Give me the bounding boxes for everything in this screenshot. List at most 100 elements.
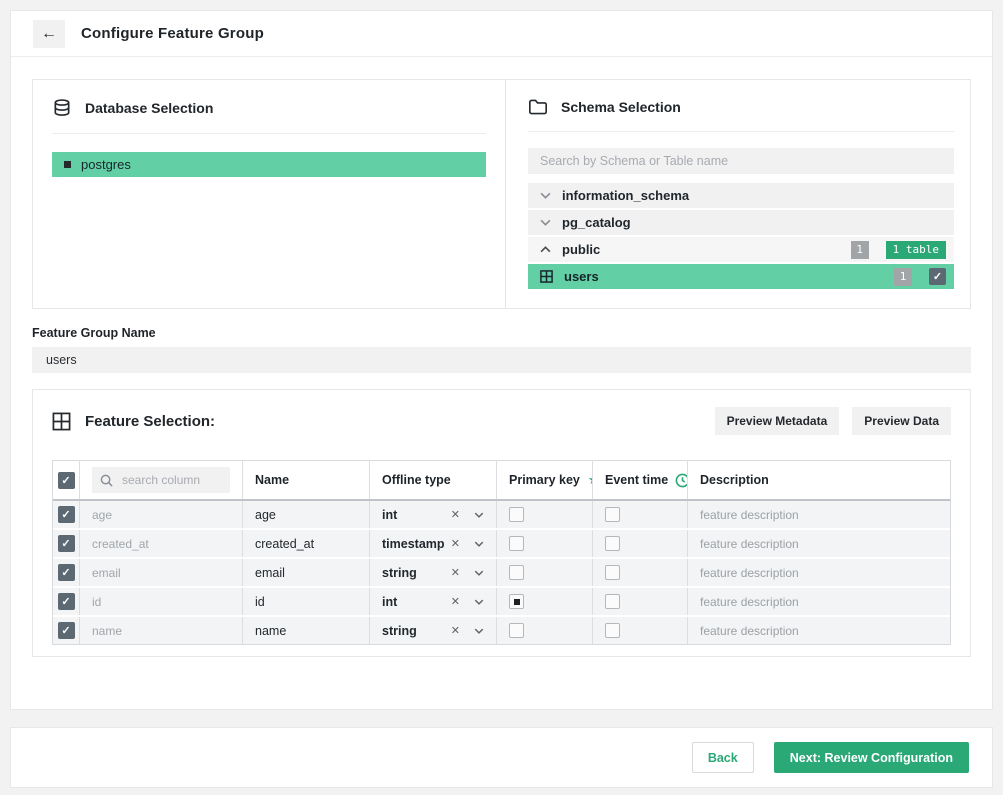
schema-table-count-badge: 1 table: [886, 241, 946, 259]
event-time-checkbox[interactable]: [605, 507, 620, 522]
page-title: Configure Feature Group: [81, 25, 264, 42]
source-column-name: id: [92, 595, 101, 609]
schema-row-information-schema[interactable]: information_schema: [528, 183, 954, 208]
source-column-name: email: [92, 566, 121, 580]
schema-count-badge: 1: [851, 241, 869, 259]
back-arrow-button[interactable]: ←: [33, 20, 65, 48]
offline-type-select[interactable]: int ✕: [382, 508, 484, 522]
table-count-badge: 1: [894, 268, 912, 286]
chevron-down-icon[interactable]: [540, 192, 551, 199]
chevron-down-icon[interactable]: [474, 628, 484, 634]
column-header-event-time: Event time: [605, 473, 668, 487]
column-header-offline-type: Offline type: [382, 473, 451, 487]
event-time-checkbox[interactable]: [605, 565, 620, 580]
configure-feature-group-card: ← Configure Feature Group Database Selec…: [10, 10, 993, 710]
offline-type-select[interactable]: string ✕: [382, 566, 484, 580]
description-input[interactable]: [700, 508, 938, 522]
database-item-label: postgres: [81, 157, 131, 172]
schema-row-pg-catalog[interactable]: pg_catalog: [528, 210, 954, 235]
event-time-checkbox[interactable]: [605, 594, 620, 609]
schema-list: information_schema pg_catalog public: [528, 183, 954, 289]
database-item-postgres[interactable]: postgres: [52, 152, 486, 177]
description-input[interactable]: [700, 595, 938, 609]
primary-key-checkbox[interactable]: [509, 507, 524, 522]
schema-row-public[interactable]: public 1 1 table: [528, 237, 954, 262]
feature-row-email: email email string ✕: [53, 559, 950, 586]
offline-type-select[interactable]: string ✕: [382, 624, 484, 638]
chevron-down-icon[interactable]: [474, 512, 484, 518]
preview-metadata-button[interactable]: Preview Metadata: [715, 407, 840, 435]
primary-key-checkbox[interactable]: [509, 623, 524, 638]
offline-type-select[interactable]: int ✕: [382, 595, 484, 609]
feature-name: age: [255, 508, 276, 522]
offline-type-select[interactable]: timestamp ✕: [382, 537, 484, 551]
row-checkbox-checked[interactable]: [58, 593, 75, 610]
content: Database Selection postgres Schema Sele: [11, 57, 992, 657]
primary-key-checkbox-selected[interactable]: [509, 594, 524, 609]
grid-icon: [52, 412, 71, 431]
feature-table-header: Name Offline type Primary key ★ Event ti…: [53, 461, 950, 499]
feature-group-name-input[interactable]: [32, 347, 971, 373]
column-header-primary-key: Primary key: [509, 473, 580, 487]
clear-icon[interactable]: ✕: [451, 566, 460, 579]
description-input[interactable]: [700, 537, 938, 551]
preview-data-button[interactable]: Preview Data: [852, 407, 951, 435]
clear-icon[interactable]: ✕: [451, 595, 460, 608]
clear-icon[interactable]: ✕: [451, 537, 460, 550]
chevron-up-icon[interactable]: [540, 246, 551, 253]
column-header-name: Name: [255, 473, 289, 487]
footer-bar: Back Next: Review Configuration: [10, 727, 993, 788]
chevron-down-icon[interactable]: [474, 599, 484, 605]
feature-row-created-at: created_at created_at timestamp ✕: [53, 530, 950, 557]
description-input[interactable]: [700, 624, 938, 638]
feature-name: email: [255, 566, 285, 580]
feature-row-id: id id int ✕: [53, 588, 950, 615]
event-time-checkbox[interactable]: [605, 623, 620, 638]
description-input[interactable]: [700, 566, 938, 580]
chevron-down-icon[interactable]: [474, 541, 484, 547]
row-checkbox-checked[interactable]: [58, 564, 75, 581]
database-icon: [52, 98, 72, 118]
clear-icon[interactable]: ✕: [451, 508, 460, 521]
divider: [528, 131, 954, 132]
next-review-configuration-button[interactable]: Next: Review Configuration: [774, 742, 969, 773]
select-all-checkbox-checked[interactable]: [58, 472, 75, 489]
event-time-checkbox[interactable]: [605, 536, 620, 551]
back-arrow-icon: ←: [41, 25, 57, 43]
feature-selection-panel: Feature Selection: Preview Metadata Prev…: [32, 389, 971, 657]
feature-table-body: age age int ✕: [53, 499, 950, 644]
feature-table: Name Offline type Primary key ★ Event ti…: [52, 460, 951, 645]
page-header: ← Configure Feature Group: [11, 11, 992, 57]
feature-name: id: [255, 595, 265, 609]
primary-key-checkbox[interactable]: [509, 536, 524, 551]
schema-row-label: information_schema: [562, 188, 689, 203]
back-button[interactable]: Back: [692, 742, 754, 773]
database-selection-panel: Database Selection postgres: [33, 80, 505, 308]
row-checkbox-checked[interactable]: [58, 622, 75, 639]
clock-icon: [675, 473, 688, 488]
schema-search-input[interactable]: [528, 148, 954, 174]
selection-panels: Database Selection postgres Schema Sele: [32, 79, 971, 309]
clear-icon[interactable]: ✕: [451, 624, 460, 637]
feature-row-age: age age int ✕: [53, 501, 950, 528]
table-row-label: users: [564, 269, 599, 284]
row-checkbox-checked[interactable]: [58, 535, 75, 552]
column-header-description: Description: [700, 473, 769, 487]
divider: [52, 133, 486, 134]
feature-name: created_at: [255, 537, 314, 551]
table-checkbox-checked[interactable]: [929, 268, 946, 285]
chevron-down-icon[interactable]: [540, 219, 551, 226]
source-column-name: created_at: [92, 537, 149, 551]
primary-key-checkbox[interactable]: [509, 565, 524, 580]
feature-selection-header: Feature Selection: Preview Metadata Prev…: [52, 407, 951, 435]
feature-selection-title: Feature Selection:: [85, 413, 215, 430]
schema-selection-header: Schema Selection: [528, 98, 954, 116]
source-column-name: name: [92, 624, 122, 638]
chevron-down-icon[interactable]: [474, 570, 484, 576]
row-checkbox-checked[interactable]: [58, 506, 75, 523]
schema-row-label: pg_catalog: [562, 215, 631, 230]
search-icon: [100, 474, 113, 487]
schema-row-label: public: [562, 242, 600, 257]
table-row-users[interactable]: users 1: [528, 264, 954, 289]
database-selection-title: Database Selection: [85, 100, 213, 116]
